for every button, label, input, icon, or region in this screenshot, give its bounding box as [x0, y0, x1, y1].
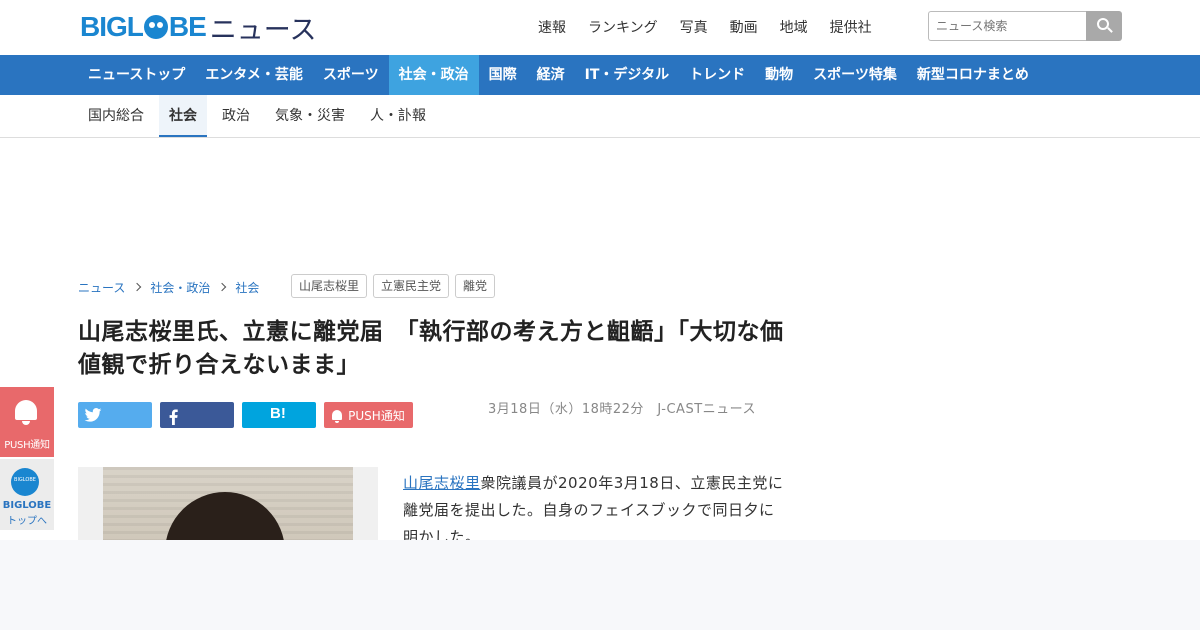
hatena-bookmark-button[interactable]: B!: [242, 402, 316, 428]
top-nav-item[interactable]: 動画: [730, 17, 758, 37]
push-notification-label: PUSH通知: [348, 408, 405, 423]
bottom-ad-area: [0, 540, 1200, 630]
subcategory-tab[interactable]: 社会: [159, 95, 207, 137]
search-input[interactable]: [928, 11, 1086, 41]
logo-o-face-icon: [143, 15, 168, 39]
biglobe-mascot-icon: BIGLOBE: [11, 468, 39, 496]
category-tab[interactable]: トレンド: [679, 55, 755, 95]
logo-news-text: ニュース: [209, 14, 317, 46]
tag-list: 山尾志桜里 立憲民主党 離党: [291, 274, 496, 298]
breadcrumb-link[interactable]: 社会・政治: [150, 279, 210, 296]
top-nav-item[interactable]: ランキング: [588, 17, 658, 37]
logo-biglobe-text: BIGL BE: [80, 11, 207, 43]
search-box: [928, 11, 1122, 41]
twitter-share-button[interactable]: [78, 402, 152, 428]
facebook-f-icon: [169, 409, 178, 425]
photo-background: [103, 467, 353, 547]
side-push-button[interactable]: PUSH通知: [0, 387, 54, 457]
biglobe-top-label-2: トップへ: [7, 516, 47, 527]
article-date: 3月18日（水）18時22分: [488, 402, 644, 417]
logo-biglobe-part-1: BIGL: [80, 11, 144, 42]
category-tab[interactable]: 新型コロナまとめ: [907, 55, 1039, 95]
bell-icon: [332, 410, 343, 423]
twitter-bird-icon: [84, 408, 102, 422]
page: BIGL BE ニュース 速報 ランキング 写真 動画 地域 提供社 ニューストップエンタメ…: [0, 0, 1200, 630]
push-notification-button[interactable]: PUSH通知: [324, 402, 413, 428]
article-meta: 3月18日（水）18時22分 J-CASTニュース: [488, 402, 756, 418]
mascot-label: BIGLOBE: [14, 477, 36, 483]
top-nav-item[interactable]: 速報: [538, 17, 566, 37]
category-tab[interactable]: ニューストップ: [78, 55, 195, 95]
facebook-share-button[interactable]: [160, 402, 234, 428]
category-tab[interactable]: 動物: [755, 55, 803, 95]
biglobe-top-button[interactable]: BIGLOBE BIGLOBE トップへ: [0, 459, 54, 530]
subcategory-tab[interactable]: 国内総合: [78, 95, 154, 137]
site-header: BIGL BE ニュース 速報 ランキング 写真 動画 地域 提供社: [0, 0, 1200, 55]
category-tab[interactable]: 社会・政治: [388, 55, 479, 95]
topic-tag[interactable]: 離党: [455, 274, 496, 298]
breadcrumb: ニュース 社会・政治 社会: [78, 276, 259, 298]
category-tab[interactable]: スポーツ: [313, 55, 389, 95]
search-button[interactable]: [1086, 11, 1122, 41]
top-nav-item[interactable]: 提供社: [830, 17, 872, 37]
category-tab[interactable]: 経済: [527, 55, 575, 95]
person-link[interactable]: 山尾志桜里: [403, 474, 481, 492]
breadcrumb-link[interactable]: 社会: [235, 279, 259, 296]
topic-tag[interactable]: 立憲民主党: [373, 274, 450, 298]
biglobe-top-label-1: BIGLOBE: [2, 500, 52, 511]
share-buttons: B! PUSH通知: [78, 402, 413, 428]
biglobe-news-logo[interactable]: BIGL BE ニュース: [80, 11, 316, 46]
search-icon-handle: [1107, 27, 1113, 33]
subcategory-tab[interactable]: 政治: [212, 95, 260, 137]
topic-tag[interactable]: 山尾志桜里: [291, 274, 368, 298]
chevron-right-icon: [133, 282, 142, 292]
subcategory-bar: 国内総合 社会 政治 気象・災害 人・訃報: [0, 95, 1200, 138]
subcategory-tab[interactable]: 人・訃報: [360, 95, 436, 137]
category-tab[interactable]: 国際: [479, 55, 527, 95]
subcategory-tab[interactable]: 気象・災害: [265, 95, 355, 137]
category-tab[interactable]: スポーツ特集: [803, 55, 907, 95]
top-nav-item[interactable]: 写真: [680, 17, 708, 37]
hatena-bookmark-icon: B!: [270, 405, 286, 422]
chevron-right-icon: [218, 282, 227, 292]
subcategory-list: 国内総合 社会 政治 気象・災害 人・訃報: [78, 95, 441, 137]
top-nav-item[interactable]: 地域: [780, 17, 808, 37]
breadcrumb-link[interactable]: ニュース: [78, 279, 125, 296]
category-tab[interactable]: エンタメ・芸能: [195, 55, 313, 95]
logo-biglobe-part-2: BE: [168, 11, 207, 42]
article-title: 山尾志桜里氏、立憲に離党届 「執行部の考え方と齟齬」「大切な価値観で折り合えない…: [78, 319, 784, 378]
article-photo[interactable]: [78, 467, 378, 547]
top-nav: 速報 ランキング 写真 動画 地域 提供社: [538, 17, 894, 37]
category-tab[interactable]: IT・デジタル: [575, 55, 679, 95]
category-list: ニューストップ エンタメ・芸能 スポーツ 社会・政治 国際 経済 IT・デジタル トレンド 動物…: [78, 55, 1039, 95]
bell-icon: [15, 400, 37, 425]
category-bar: ニューストップ エンタメ・芸能 スポーツ 社会・政治 国際 経済 IT・デジタル トレンド 動物…: [0, 55, 1200, 95]
article-source[interactable]: J-CASTニュース: [657, 402, 756, 417]
side-push-label: PUSH通知: [4, 440, 50, 451]
article-body: 山尾志桜里衆院議員が2020年3月18日、立憲民主党に離党届を提出した。自身のフ…: [403, 470, 788, 551]
